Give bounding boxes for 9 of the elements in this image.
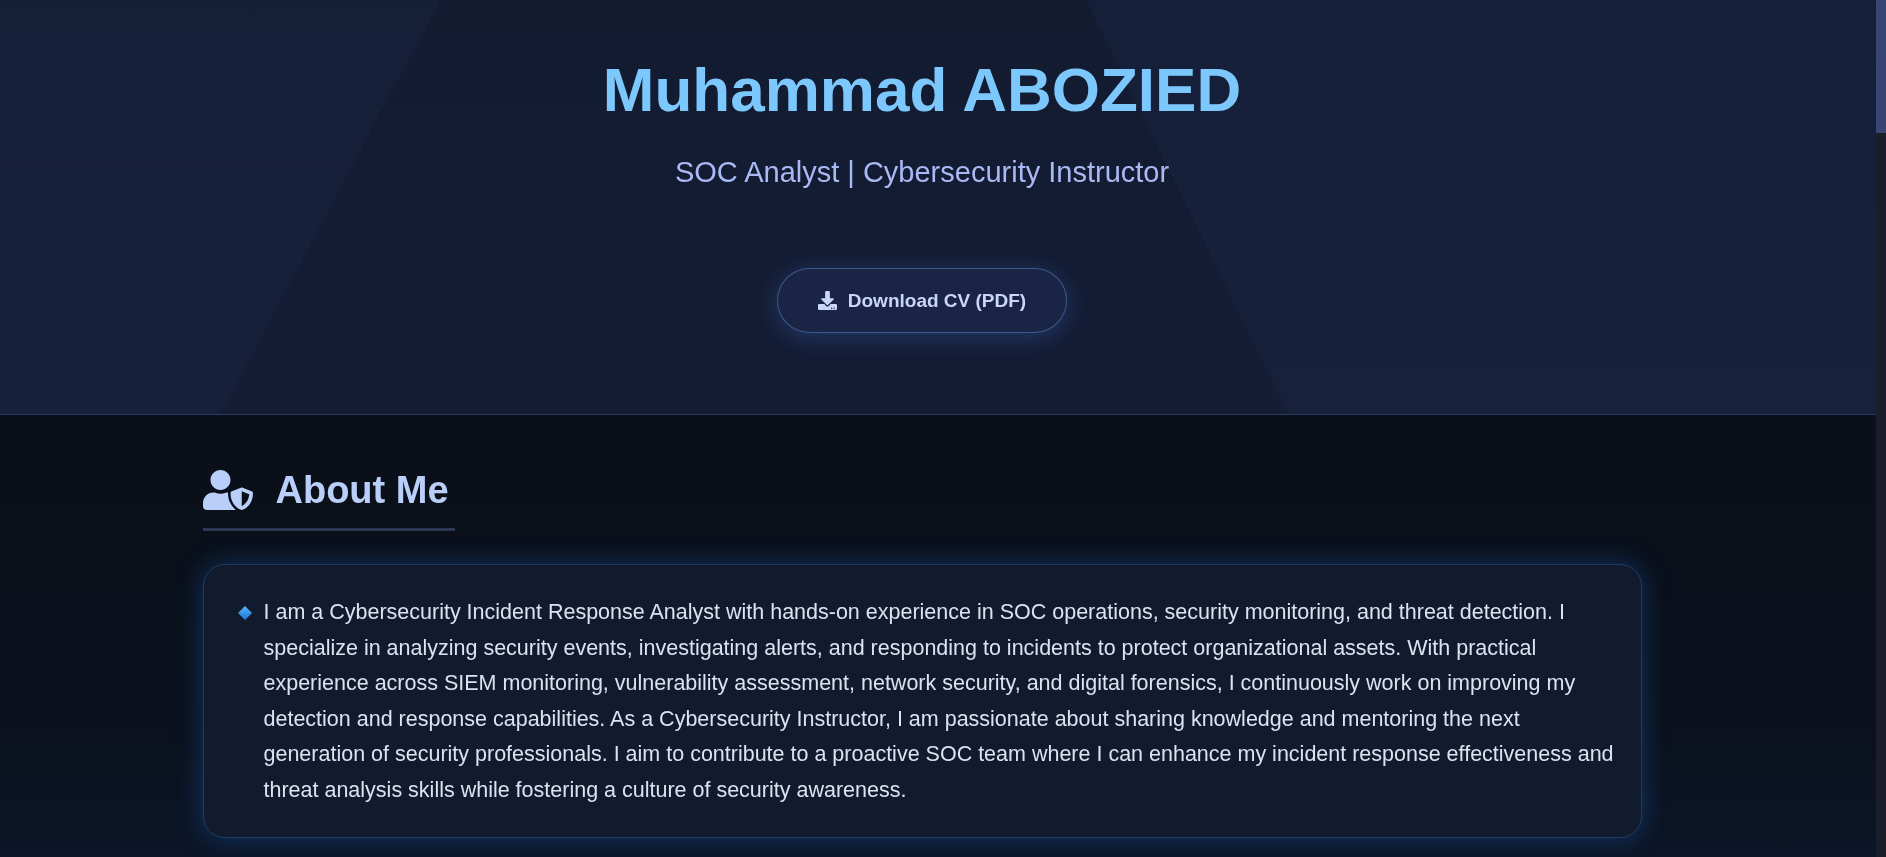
user-shield-icon [202,470,253,510]
diamond-icon [237,606,252,620]
name-title: Muhammad ABOZIED [602,54,1242,126]
job-title: SOC Analyst | Cybersecurity Instructor [674,155,1170,191]
scrollbar-thumb[interactable] [1876,0,1886,133]
download-button[interactable]: Download CV (PDF) [776,268,1068,334]
about-paragraph: I am a Cybersecurity Incident Response Analyst with hands-on experience in SOC operations, security monitoring, and threat detection. I specialize in analyzing security events, investigating alerts, and responding to incidents to protect organizational assets. With practical experience across SIEM monitoring, vulnerability assessment, network security, and digital forensics, I continuously work on improving my detection and response capabilities. As a Cybersecurity Instructor, I am passionate about sharing knowledge and mentoring the next generation of security professionals. I aim to contribute to a proactive SOC team where I can enhance my incident response effectiveness and threat analysis skills while fostering a culture of security awareness. [263,599,1615,804]
download-icon [817,291,837,311]
heading-text: About Me [275,468,449,513]
